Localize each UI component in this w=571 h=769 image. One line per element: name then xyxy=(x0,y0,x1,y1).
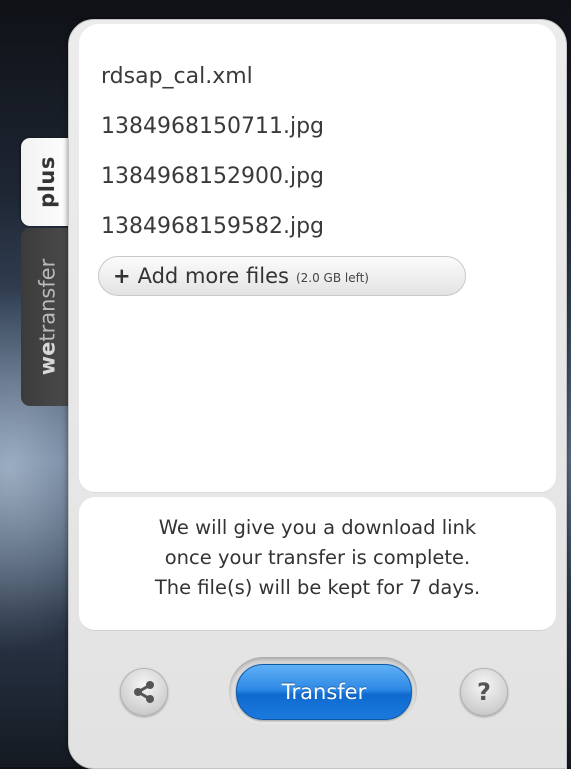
file-item: 1384968150711.jpg xyxy=(101,114,324,139)
file-item: rdsap_cal.xml xyxy=(101,64,253,89)
tab-plus[interactable]: plus xyxy=(21,138,73,226)
side-tabs: plus wetransfer xyxy=(21,138,73,408)
wetransfer-logo-bold: we xyxy=(35,341,59,376)
storage-remaining: (2.0 GB left) xyxy=(295,271,369,285)
tab-plus-label: plus xyxy=(35,156,59,208)
file-list-box: rdsap_cal.xml 1384968150711.jpg 13849681… xyxy=(79,24,556,493)
file-item: 1384968152900.jpg xyxy=(101,164,324,189)
add-more-files-label: Add more files xyxy=(137,264,289,288)
help-icon: ? xyxy=(477,678,491,706)
info-line: We will give you a download link xyxy=(158,516,477,539)
help-button[interactable]: ? xyxy=(460,668,508,716)
add-more-files-button[interactable]: + Add more files (2.0 GB left) xyxy=(98,256,466,296)
file-list: rdsap_cal.xml 1384968150711.jpg 13849681… xyxy=(101,64,324,264)
transfer-panel: rdsap_cal.xml 1384968150711.jpg 13849681… xyxy=(68,19,567,769)
info-message: We will give you a download link once yo… xyxy=(79,513,556,603)
share-icon xyxy=(134,681,154,703)
plus-icon: + xyxy=(113,264,131,288)
info-box: We will give you a download link once yo… xyxy=(79,497,556,631)
tab-wetransfer[interactable]: wetransfer xyxy=(21,228,73,406)
info-line: once your transfer is complete. xyxy=(164,546,471,569)
info-line: The file(s) will be kept for 7 days. xyxy=(154,576,481,599)
tab-wetransfer-label: wetransfer xyxy=(35,259,59,376)
wetransfer-logo-rest: transfer xyxy=(35,258,59,342)
share-button[interactable] xyxy=(120,668,168,716)
transfer-button[interactable]: Transfer xyxy=(236,664,412,720)
